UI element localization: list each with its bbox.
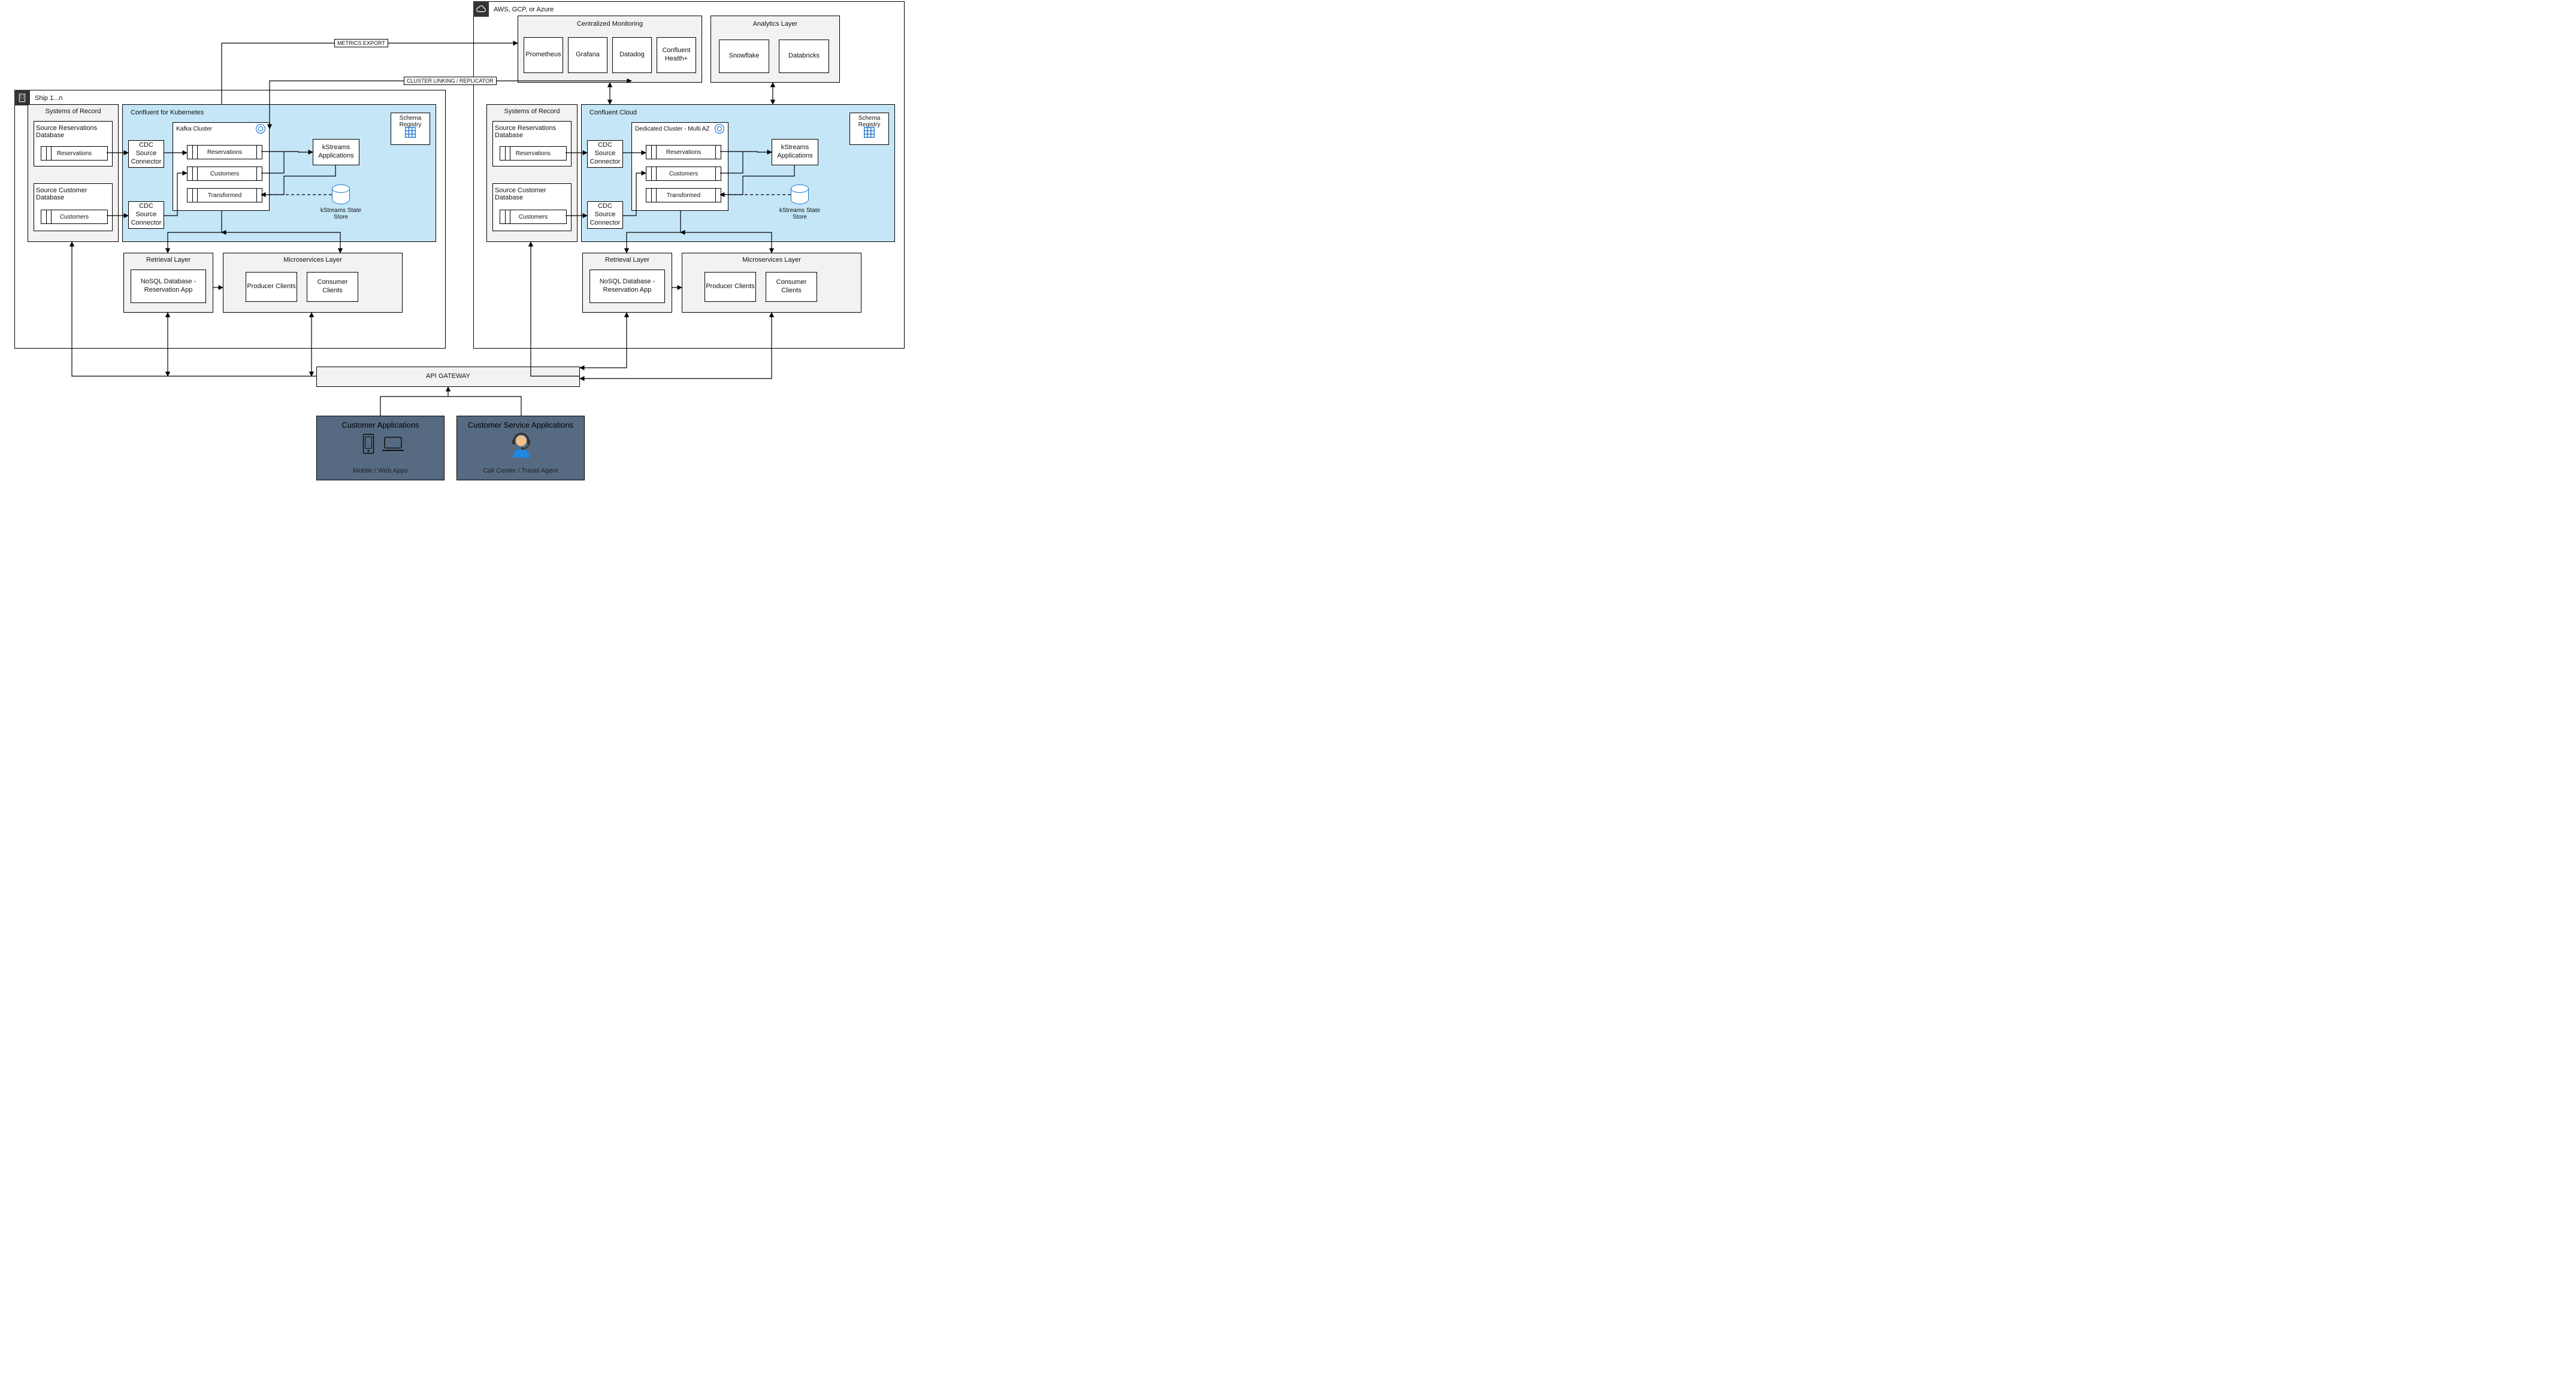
cloud-topic-customers-label: Customers [646, 167, 721, 180]
ship-kafka-title: Kafka Cluster [176, 126, 254, 132]
analytics-databricks: Databricks [779, 40, 829, 73]
ship-resv-table: Reservations [41, 146, 108, 161]
ship-producer: Producer Clients [246, 272, 297, 302]
ship-topic-reservations: Reservations [187, 145, 262, 159]
cloud-cdc2: CDC Source Connector [587, 201, 623, 229]
cloud-resv-table-label: Reservations [500, 147, 566, 160]
ship-sor-title: Systems of Record [28, 108, 119, 115]
ship-cust-table: Customers [41, 210, 108, 224]
ship-cdc1: CDC Source Connector [128, 140, 164, 168]
metrics-export-label: METRICS EXPORT [334, 39, 388, 47]
customer-apps-subtitle: Mobile / Web Apps [316, 467, 445, 474]
mobile-icon [362, 434, 375, 454]
cloud-state-store-label: kStreams State Store [779, 207, 821, 220]
cloud-resv-table: Reservations [500, 146, 567, 161]
ship-resv-db-title: Source Reservations Database [36, 125, 110, 139]
cfk-title: Confluent for Kubernetes [131, 109, 250, 116]
analytics-title: Analytics Layer [710, 20, 840, 28]
cloud-cust-db-title: Source Customer Database [495, 187, 569, 201]
cfk-panel [122, 104, 436, 242]
cloud-topic-transformed: Transformed [646, 188, 721, 202]
building-icon [18, 93, 26, 102]
ship-consumer: Consumer Clients [307, 272, 358, 302]
ship-topic-customers-label: Customers [188, 167, 262, 180]
ship-topic-reservations-label: Reservations [188, 146, 262, 159]
ship-topic-transformed-label: Transformed [188, 189, 262, 202]
cloud-cdc1: CDC Source Connector [587, 140, 623, 168]
analytics-snowflake: Snowflake [719, 40, 769, 73]
cloud-producer: Producer Clients [705, 272, 756, 302]
api-gateway: API GATEWAY [316, 367, 580, 387]
cloud-cust-table-label: Customers [500, 210, 566, 223]
cloud-micro-title: Microservices Layer [682, 256, 861, 264]
customer-apps-title: Customer Applications [316, 420, 445, 429]
grid-icon [404, 126, 417, 139]
ship-retrieval-title: Retrieval Layer [123, 256, 213, 264]
confluent-icon [714, 123, 725, 134]
cloud-consumer: Consumer Clients [766, 272, 817, 302]
cloud-state-store-cyl-top [791, 184, 809, 193]
ship-cust-table-label: Customers [41, 210, 107, 223]
monitoring-item-health: Confluent Health+ [657, 37, 696, 73]
cloud-kstreams-apps: kStreams Applications [772, 139, 818, 165]
cloud-topic-transformed-label: Transformed [646, 189, 721, 202]
confluent-icon [255, 123, 266, 134]
cloud-frame-label: AWS, GCP, or Azure [494, 6, 554, 13]
monitoring-title: Centralized Monitoring [518, 20, 702, 28]
ship-state-store-cyl-top [332, 184, 350, 193]
headset-agent-icon [508, 431, 534, 459]
monitoring-item-grafana: Grafana [568, 37, 607, 73]
ship-micro-title: Microservices Layer [223, 256, 403, 264]
ship-cust-db-title: Source Customer Database [36, 187, 110, 201]
cloud-cust-table: Customers [500, 210, 567, 224]
ship-cdc2: CDC Source Connector [128, 201, 164, 229]
cloud-resv-db-title: Source Reservations Database [495, 125, 569, 139]
monitoring-item-prometheus: Prometheus [524, 37, 563, 73]
cloud-kafka-title: Dedicated Cluster - Multi AZ [635, 126, 713, 132]
cloud-nosql: NoSQL Database - Reservation App [589, 270, 665, 303]
cloud-sor-title: Systems of Record [486, 108, 578, 115]
cloud-retrieval-title: Retrieval Layer [582, 256, 672, 264]
ship-topic-transformed: Transformed [187, 188, 262, 202]
laptop-icon [381, 436, 405, 453]
ship-resv-table-label: Reservations [41, 147, 107, 160]
ship-kstreams-apps: kStreams Applications [313, 139, 359, 165]
cloud-topic-reservations: Reservations [646, 145, 721, 159]
ship-frame-label: Ship 1...n [35, 95, 62, 102]
confluent-cloud-title: Confluent Cloud [589, 109, 709, 116]
ship-nosql: NoSQL Database - Reservation App [131, 270, 206, 303]
ship-topic-customers: Customers [187, 167, 262, 181]
cloud-topic-customers: Customers [646, 167, 721, 181]
cloud-badge [473, 1, 489, 17]
grid-icon [863, 126, 876, 139]
cloud-topic-reservations-label: Reservations [646, 146, 721, 159]
ship-badge [14, 90, 30, 105]
ship-state-store-label: kStreams State Store [320, 207, 362, 220]
cluster-linking-label: CLUSTER LINKING / REPLICATOR [404, 77, 497, 85]
service-apps-title: Customer Service Applications [456, 420, 585, 429]
cloud-icon [476, 5, 486, 13]
confluent-cloud-panel [581, 104, 895, 242]
service-apps-subtitle: Call Center / Travel Agent [456, 467, 585, 474]
monitoring-item-datadog: Datadog [612, 37, 652, 73]
